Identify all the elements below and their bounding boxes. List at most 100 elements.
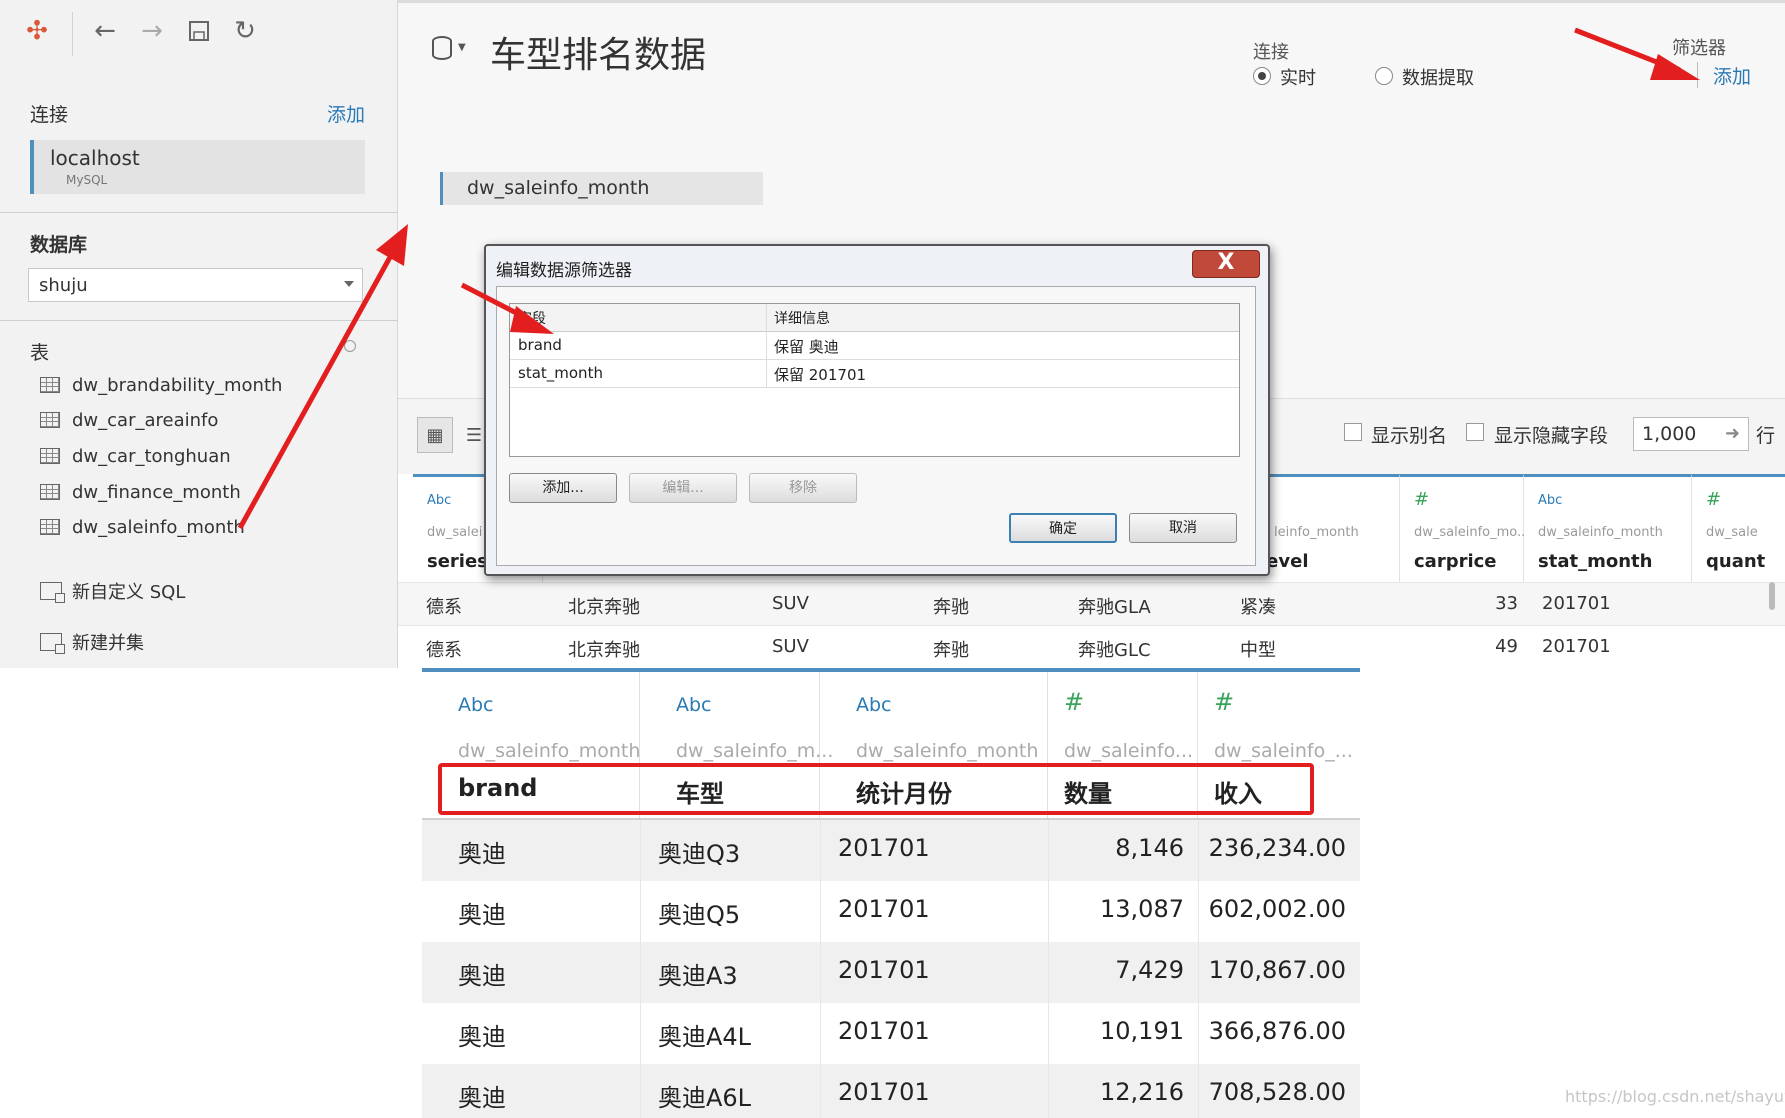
- add-filter-link[interactable]: 添加: [1713, 62, 1751, 89]
- column-source: dw_saleinfo_...: [1214, 740, 1353, 762]
- new-custom-sql[interactable]: 新自定义 SQL: [40, 576, 185, 606]
- ok-button[interactable]: 确定: [1009, 513, 1117, 543]
- filter-row[interactable]: brand 保留 奥迪: [510, 332, 1239, 360]
- close-icon[interactable]: X: [1192, 250, 1260, 278]
- back-icon[interactable]: ←: [88, 14, 122, 48]
- string-type-icon[interactable]: Abc: [676, 694, 712, 716]
- show-alias-label: 显示别名: [1371, 425, 1448, 447]
- database-value: shuju: [39, 275, 88, 296]
- custom-sql-icon: [40, 582, 65, 603]
- table-item[interactable]: dw_saleinfo_month: [40, 512, 245, 542]
- column-source: leinfo_month: [1274, 525, 1359, 540]
- column-header[interactable]: # dw_saleinfo_mo... carprice: [1400, 474, 1529, 582]
- number-type-icon[interactable]: #: [1064, 688, 1084, 716]
- canvas-table-block[interactable]: dw_saleinfo_month: [440, 172, 763, 205]
- table-row[interactable]: 德系 北京奔驰 SUV 奔驰 奔驰GLC 中型 49 201701: [398, 625, 1785, 668]
- string-type-icon[interactable]: Abc: [427, 493, 451, 508]
- table-row[interactable]: 奥迪 奥迪A3 201701 7,429 170,867.00: [422, 942, 1360, 1003]
- main-toolbar: ✣ ← → ↻: [0, 0, 398, 66]
- database-label: 数据库: [30, 234, 88, 256]
- table-cell: 奔驰: [933, 640, 969, 661]
- live-radio[interactable]: [1253, 67, 1271, 85]
- extract-radio[interactable]: [1375, 67, 1393, 85]
- table-cell: 奥迪: [458, 840, 506, 868]
- rows-value: 1,000: [1642, 423, 1697, 445]
- tableau-logo-icon[interactable]: ✣: [20, 14, 54, 48]
- column-source: dw_saleinfo...: [1064, 740, 1194, 762]
- number-type-icon[interactable]: #: [1706, 489, 1721, 510]
- tables-label: 表: [30, 342, 50, 364]
- live-label: 实时: [1280, 68, 1316, 89]
- rows-input[interactable]: 1,000 ➜: [1633, 417, 1749, 451]
- column-header[interactable]: Abc dw_saleinfo_month stat_month: [1524, 474, 1692, 582]
- table-row[interactable]: 德系 北京奔驰 SUV 奔驰 奔驰GLA 紧凑 33 201701: [398, 582, 1785, 625]
- connection-card[interactable]: localhost MySQL: [30, 140, 365, 194]
- filter-detail: 保留 奥迪: [774, 338, 839, 356]
- table-cell: 奔驰: [933, 597, 969, 618]
- number-type-icon[interactable]: #: [1214, 688, 1234, 716]
- table-cell: 201701: [838, 895, 930, 923]
- table-cell: SUV: [772, 636, 809, 657]
- filter-field: stat_month: [518, 364, 603, 382]
- table-item[interactable]: dw_brandability_month: [40, 370, 282, 400]
- edit-filter-button[interactable]: 编辑...: [629, 473, 737, 503]
- table-cell: 201701: [1542, 636, 1611, 657]
- column-header[interactable]: leinfo_month level: [1260, 474, 1400, 582]
- table-cell: 201701: [1542, 593, 1611, 614]
- column-field: series: [427, 551, 488, 572]
- table-row[interactable]: 奥迪 奥迪A6L 201701 12,216 708,528.00: [422, 1064, 1360, 1118]
- table-cell: 奥迪: [458, 962, 506, 990]
- table-cell: 201701: [838, 1017, 930, 1045]
- table-icon: [40, 519, 60, 535]
- toolbar-divider: [72, 12, 73, 56]
- column-divider: [1048, 820, 1049, 1118]
- filter-row[interactable]: stat_month 保留 201701: [510, 360, 1239, 388]
- refresh-icon[interactable]: ↻: [228, 14, 262, 48]
- add-filter-button[interactable]: 添加...: [509, 473, 617, 503]
- table-cell: 紧凑: [1240, 597, 1276, 618]
- show-hidden-checkbox[interactable]: [1466, 423, 1484, 441]
- datasource-icon[interactable]: [432, 36, 452, 60]
- table-icon: [40, 377, 60, 393]
- show-hidden-label: 显示隐藏字段: [1494, 425, 1609, 447]
- table-item[interactable]: dw_finance_month: [40, 477, 241, 507]
- table-cell: 33: [1495, 593, 1518, 614]
- add-connection-link[interactable]: 添加: [327, 100, 365, 127]
- table-row[interactable]: 奥迪 奥迪Q5 201701 13,087 602,002.00: [422, 881, 1360, 942]
- remove-filter-button[interactable]: 移除: [749, 473, 857, 503]
- caret-down-icon[interactable]: ▼: [458, 42, 466, 53]
- column-field: quant: [1706, 551, 1766, 572]
- column-header[interactable]: # dw_sale quant: [1692, 474, 1785, 582]
- table-item[interactable]: dw_car_areainfo: [40, 405, 218, 435]
- string-type-icon[interactable]: Abc: [1538, 493, 1562, 508]
- table-row[interactable]: 奥迪 奥迪A4L 201701 10,191 366,876.00: [422, 1003, 1360, 1064]
- grid-view-icon[interactable]: ▦: [417, 417, 453, 453]
- show-alias-checkbox[interactable]: [1344, 423, 1362, 441]
- column-source: dw_sale: [1706, 525, 1758, 540]
- table-row[interactable]: 奥迪 奥迪Q3 201701 8,146 236,234.00: [422, 820, 1360, 881]
- table-cell: 德系: [426, 640, 462, 661]
- new-union[interactable]: 新建并集: [40, 627, 144, 657]
- table-cell: 201701: [838, 1078, 930, 1106]
- string-type-icon[interactable]: Abc: [458, 694, 494, 716]
- page-title[interactable]: 车型排名数据: [490, 26, 706, 78]
- top-border: [398, 0, 1785, 3]
- canvas-table-name: dw_saleinfo_month: [467, 177, 650, 199]
- cancel-button[interactable]: 取消: [1129, 513, 1237, 543]
- string-type-icon[interactable]: Abc: [856, 694, 892, 716]
- filter-field: brand: [518, 336, 562, 354]
- column-divider: [820, 820, 821, 1118]
- search-tables-icon[interactable]: [344, 340, 356, 352]
- table-cell: 201701: [838, 956, 930, 984]
- table-item[interactable]: dw_car_tonghuan: [40, 441, 231, 471]
- database-select[interactable]: shuju: [28, 268, 363, 302]
- filters-divider: [1697, 62, 1698, 88]
- number-type-icon[interactable]: #: [1414, 489, 1429, 510]
- grid-scrollbar[interactable]: [1769, 582, 1775, 610]
- filter-detail: 保留 201701: [774, 366, 867, 384]
- dialog-title: 编辑数据源筛选器: [496, 261, 632, 281]
- connection-type: MySQL: [66, 173, 108, 187]
- arrow-right-icon[interactable]: ➜: [1725, 423, 1740, 444]
- forward-icon[interactable]: →: [135, 14, 169, 48]
- save-icon[interactable]: [182, 14, 216, 48]
